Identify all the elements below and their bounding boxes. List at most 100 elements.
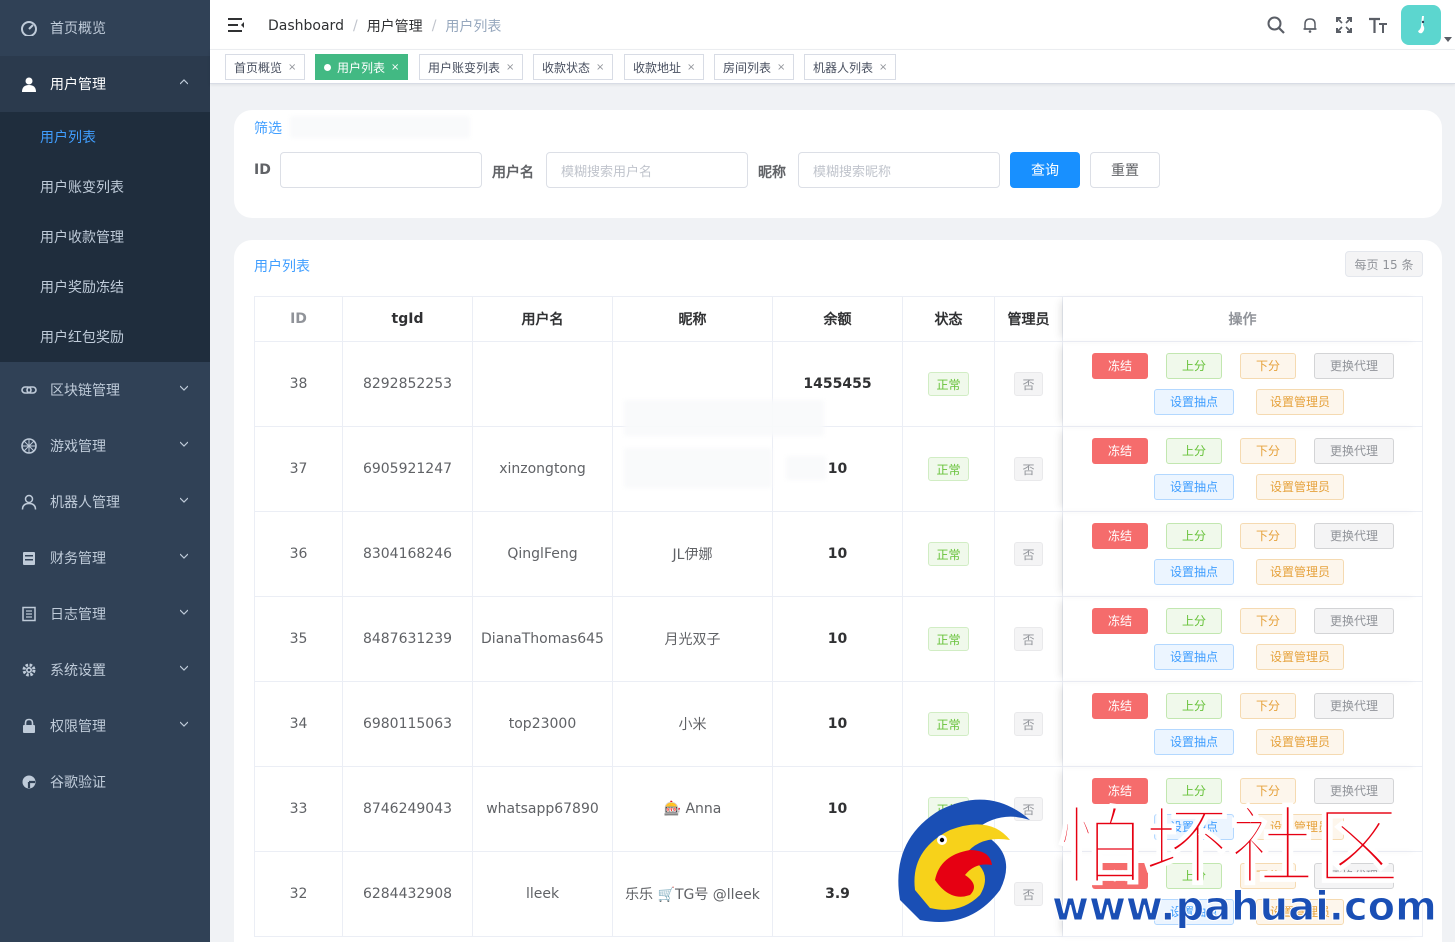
tag-robot-list[interactable]: 机器人列表 ×: [804, 54, 897, 80]
freeze-button[interactable]: 冻结: [1092, 607, 1148, 634]
table-row: 32 6284432908 lleek 乐乐 🛒TG号 @lleek 3.9 正常否冻结上…: [255, 852, 1423, 937]
add-points-button[interactable]: 上分: [1166, 692, 1222, 719]
set-admin-button[interactable]: 设置管理员: [1256, 728, 1344, 755]
per-page-badge[interactable]: 每页 15 条: [1345, 251, 1423, 277]
tag-dashboard[interactable]: 首页概览 ×: [225, 54, 306, 80]
bell-icon[interactable]: [1293, 0, 1327, 50]
breadcrumb-user-management[interactable]: 用户管理: [367, 16, 423, 36]
freeze-button[interactable]: 冻结: [1092, 352, 1148, 379]
avatar[interactable]: [1401, 5, 1441, 45]
set-admin-button[interactable]: 设置管理员: [1256, 388, 1344, 415]
add-points-button[interactable]: 上分: [1166, 607, 1222, 634]
sidebar-item-robot[interactable]: 机器人管理: [0, 474, 210, 530]
sidebar-item-log[interactable]: 日志管理: [0, 586, 210, 642]
cell-admin: 否: [995, 342, 1063, 427]
cell-status: 正常: [903, 852, 995, 937]
submenu-user-list[interactable]: 用户列表: [0, 112, 210, 162]
search-icon[interactable]: [1259, 0, 1293, 50]
admin-badge: 否: [1014, 542, 1043, 566]
caret-down-icon[interactable]: [1441, 5, 1455, 45]
set-rake-button[interactable]: 设置抽点: [1154, 728, 1234, 755]
close-icon[interactable]: ×: [596, 62, 604, 73]
deduct-points-button[interactable]: 下分: [1240, 777, 1296, 804]
close-icon[interactable]: ×: [687, 62, 695, 73]
tag-payment-address[interactable]: 收款地址 ×: [624, 54, 705, 80]
gear-icon: [20, 661, 38, 679]
tag-user-list[interactable]: 用户列表 ×: [315, 54, 409, 80]
search-button[interactable]: 查询: [1010, 152, 1080, 188]
sidebar-item-label: 首页概览: [50, 21, 106, 37]
status-badge: 正常: [928, 627, 969, 651]
deduct-points-button[interactable]: 下分: [1240, 692, 1296, 719]
submenu-user-reward-freeze[interactable]: 用户奖励冻结: [0, 262, 210, 312]
cell-id: 34: [255, 682, 343, 767]
hamburger-icon[interactable]: [226, 15, 246, 35]
breadcrumb-user-list: 用户列表: [445, 19, 502, 35]
sidebar-item-user-management[interactable]: 用户管理: [0, 56, 210, 112]
add-points-button[interactable]: 上分: [1166, 522, 1222, 549]
sidebar-item-game[interactable]: 游戏管理: [0, 418, 210, 474]
close-icon[interactable]: ×: [288, 62, 296, 73]
id-input[interactable]: [280, 152, 482, 188]
deduct-points-button[interactable]: 下分: [1240, 352, 1296, 379]
tag-room-list[interactable]: 房间列表 ×: [714, 54, 795, 80]
close-icon[interactable]: ×: [391, 62, 399, 73]
tag-user-balance-changes[interactable]: 用户账变列表 ×: [419, 54, 524, 80]
cell-admin: 否: [995, 597, 1063, 682]
change-agent-button[interactable]: 更换代理: [1314, 522, 1394, 549]
deduct-points-button[interactable]: 下分: [1240, 437, 1296, 464]
change-agent-button[interactable]: 更换代理: [1314, 437, 1394, 464]
fullscreen-icon[interactable]: [1327, 0, 1361, 50]
set-rake-button[interactable]: 设置抽点: [1154, 643, 1234, 670]
font-size-icon[interactable]: [1361, 0, 1395, 50]
tag-payment-status[interactable]: 收款状态 ×: [533, 54, 614, 80]
close-icon[interactable]: ×: [777, 62, 785, 73]
set-rake-button[interactable]: 设置抽点: [1154, 473, 1234, 500]
top-navbar: Dashboard / 用户管理 / 用户列表: [210, 0, 1455, 50]
google-icon: [20, 773, 38, 791]
set-rake-button[interactable]: 设置抽点: [1154, 813, 1234, 840]
freeze-button[interactable]: 冻结: [1092, 777, 1148, 804]
set-admin-button[interactable]: 设置管理员: [1256, 558, 1344, 585]
submenu-user-balance-changes[interactable]: 用户账变列表: [0, 162, 210, 212]
change-agent-button[interactable]: 更换代理: [1314, 607, 1394, 634]
set-rake-button[interactable]: 设置抽点: [1154, 388, 1234, 415]
sidebar-item-google-auth[interactable]: 谷歌验证: [0, 754, 210, 810]
freeze-button[interactable]: 冻结: [1092, 437, 1148, 464]
freeze-button[interactable]: 冻结: [1092, 862, 1148, 889]
deduct-points-button[interactable]: 下分: [1240, 862, 1296, 889]
nickname-search-input[interactable]: 模糊搜索昵称: [798, 152, 1000, 188]
set-admin-button[interactable]: 设置管理员: [1256, 473, 1344, 500]
submenu-user-redpacket[interactable]: 用户红包奖励: [0, 312, 210, 362]
reset-button[interactable]: 重置: [1090, 152, 1160, 188]
change-agent-button[interactable]: 更换代理: [1314, 352, 1394, 379]
set-rake-button[interactable]: 设置抽点: [1154, 558, 1234, 585]
table-row: 34 6980115063 top23000 小米 10 正常否冻结 上分 下分 更换代理 设置抽…: [255, 682, 1423, 767]
change-agent-button[interactable]: 更换代理: [1314, 862, 1394, 889]
change-agent-button[interactable]: 更换代理: [1314, 777, 1394, 804]
deduct-points-button[interactable]: 下分: [1240, 607, 1296, 634]
freeze-button[interactable]: 冻结: [1092, 522, 1148, 549]
close-icon[interactable]: ×: [879, 62, 887, 73]
add-points-button[interactable]: 上分: [1166, 352, 1222, 379]
set-admin-button[interactable]: 设置管理员: [1256, 898, 1344, 925]
sidebar-item-finance[interactable]: 财务管理: [0, 530, 210, 586]
close-icon[interactable]: ×: [506, 62, 514, 73]
add-points-button[interactable]: 上分: [1166, 437, 1222, 464]
add-points-button[interactable]: 上分: [1166, 777, 1222, 804]
sidebar-item-blockchain[interactable]: 区块链管理: [0, 362, 210, 418]
cell-actions: 冻结 上分 下分 更换代理设置抽点 设置管理员: [1063, 682, 1423, 767]
set-admin-button[interactable]: 设置管理员: [1256, 813, 1344, 840]
sidebar-item-permissions[interactable]: 权限管理: [0, 698, 210, 754]
freeze-button[interactable]: 冻结: [1092, 692, 1148, 719]
sidebar-item-dashboard[interactable]: 首页概览: [0, 0, 210, 56]
add-points-button[interactable]: 上分: [1166, 862, 1222, 889]
username-search-input[interactable]: 模糊搜索用户名: [546, 152, 748, 188]
set-rake-button[interactable]: 设置抽点: [1154, 898, 1234, 925]
change-agent-button[interactable]: 更换代理: [1314, 692, 1394, 719]
submenu-user-payment[interactable]: 用户收款管理: [0, 212, 210, 262]
sidebar-item-settings[interactable]: 系统设置: [0, 642, 210, 698]
set-admin-button[interactable]: 设置管理员: [1256, 643, 1344, 670]
breadcrumb-dashboard[interactable]: Dashboard: [268, 18, 344, 34]
deduct-points-button[interactable]: 下分: [1240, 522, 1296, 549]
